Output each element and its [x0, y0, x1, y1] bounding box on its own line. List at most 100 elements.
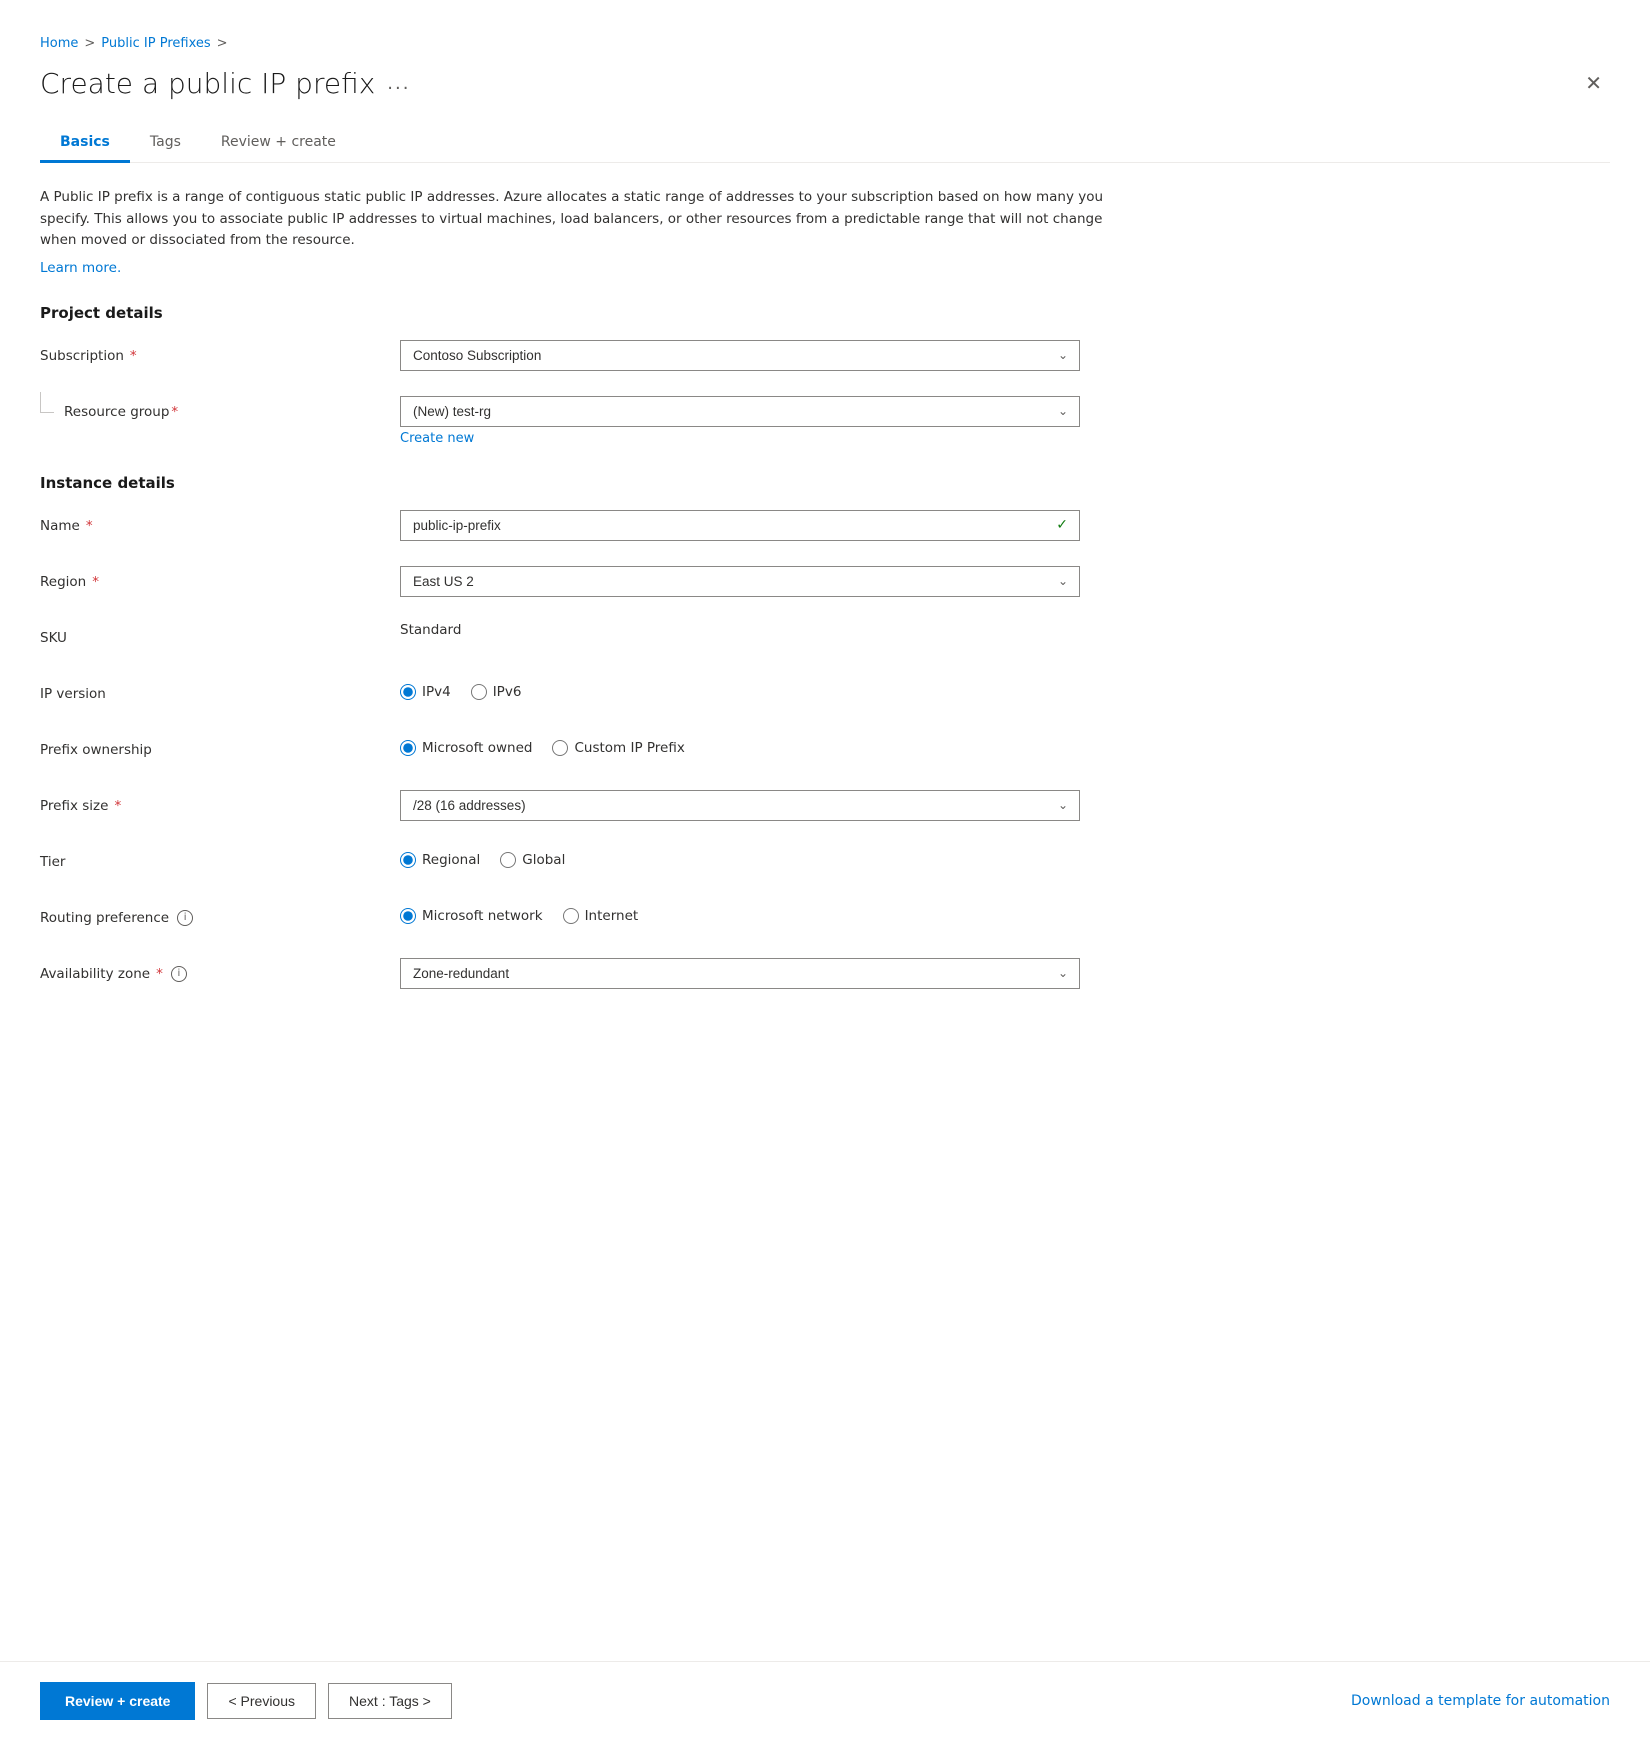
ip-version-ipv6-label: IPv6	[493, 684, 522, 700]
routing-microsoft-radio[interactable]	[400, 908, 416, 924]
prefix-ownership-custom-label: Custom IP Prefix	[574, 740, 684, 756]
download-template-link[interactable]: Download a template for automation	[1351, 1693, 1610, 1709]
breadcrumb-home[interactable]: Home	[40, 36, 78, 51]
routing-preference-label: Routing preference i	[40, 902, 400, 926]
name-input[interactable]	[400, 510, 1080, 541]
availability-zone-info-icon[interactable]: i	[171, 966, 187, 982]
page-title-area: Create a public IP prefix ...	[40, 67, 410, 100]
footer: Review + create < Previous Next : Tags >…	[0, 1661, 1650, 1740]
resource-group-control: (New) test-rg ⌄ Create new	[400, 396, 1080, 446]
prefix-ownership-row: Prefix ownership Microsoft owned Custom …	[40, 734, 1610, 770]
review-create-button[interactable]: Review + create	[40, 1682, 195, 1720]
name-control: ✓	[400, 510, 1080, 541]
tier-global-option[interactable]: Global	[500, 852, 565, 868]
availability-zone-select-wrapper: Zone-redundant ⌄	[400, 958, 1080, 989]
tier-radio-group: Regional Global	[400, 846, 1080, 868]
breadcrumb: Home > Public IP Prefixes >	[40, 20, 1610, 51]
tier-regional-radio[interactable]	[400, 852, 416, 868]
region-row: Region* East US 2 ⌄	[40, 566, 1610, 602]
main-content: Home > Public IP Prefixes > Create a pub…	[0, 0, 1650, 1661]
prefix-ownership-custom-option[interactable]: Custom IP Prefix	[552, 740, 684, 756]
tabs-container: Basics Tags Review + create	[40, 124, 1610, 163]
prefix-size-control: /28 (16 addresses) ⌄	[400, 790, 1080, 821]
routing-preference-radio-group: Microsoft network Internet	[400, 902, 1080, 924]
sku-value: Standard	[400, 614, 461, 638]
resource-group-select-wrapper: (New) test-rg ⌄	[400, 396, 1080, 427]
breadcrumb-sep1: >	[84, 36, 95, 51]
ip-version-ipv4-option[interactable]: IPv4	[400, 684, 451, 700]
subscription-select[interactable]: Contoso Subscription	[400, 340, 1080, 371]
subscription-control: Contoso Subscription ⌄	[400, 340, 1080, 371]
learn-more-link[interactable]: Learn more.	[40, 260, 121, 276]
tier-label: Tier	[40, 846, 400, 870]
name-row: Name* ✓	[40, 510, 1610, 546]
ip-version-ipv4-label: IPv4	[422, 684, 451, 700]
close-button[interactable]: ✕	[1577, 67, 1610, 100]
prefix-ownership-custom-radio[interactable]	[552, 740, 568, 756]
tier-global-radio[interactable]	[500, 852, 516, 868]
description-text: A Public IP prefix is a range of contigu…	[40, 187, 1140, 252]
page-header: Create a public IP prefix ... ✕	[40, 67, 1610, 100]
region-select[interactable]: East US 2	[400, 566, 1080, 597]
ip-version-ipv4-radio[interactable]	[400, 684, 416, 700]
ip-version-row: IP version IPv4 IPv6	[40, 678, 1610, 714]
next-tags-button[interactable]: Next : Tags >	[328, 1683, 452, 1719]
routing-internet-label: Internet	[585, 908, 639, 924]
sku-label: SKU	[40, 622, 400, 646]
availability-zone-label: Availability zone* i	[40, 958, 400, 982]
ip-version-label: IP version	[40, 678, 400, 702]
routing-preference-row: Routing preference i Microsoft network I…	[40, 902, 1610, 938]
create-new-link[interactable]: Create new	[400, 431, 1080, 446]
tier-regional-label: Regional	[422, 852, 480, 868]
ip-version-ipv6-radio[interactable]	[471, 684, 487, 700]
tier-global-label: Global	[522, 852, 565, 868]
project-details-title: Project details	[40, 304, 1610, 322]
tier-control: Regional Global	[400, 846, 1080, 868]
availability-zone-row: Availability zone* i Zone-redundant ⌄	[40, 958, 1610, 994]
breadcrumb-prefixes[interactable]: Public IP Prefixes	[101, 36, 210, 51]
region-select-wrapper: East US 2 ⌄	[400, 566, 1080, 597]
prefix-size-select[interactable]: /28 (16 addresses)	[400, 790, 1080, 821]
previous-button[interactable]: < Previous	[207, 1683, 316, 1719]
routing-preference-info-icon[interactable]: i	[177, 910, 193, 926]
tab-tags[interactable]: Tags	[130, 124, 201, 163]
ip-version-ipv6-option[interactable]: IPv6	[471, 684, 522, 700]
resource-group-row: Resource group* (New) test-rg ⌄ Create n…	[40, 396, 1610, 446]
resource-group-select[interactable]: (New) test-rg	[400, 396, 1080, 427]
availability-zone-select[interactable]: Zone-redundant	[400, 958, 1080, 989]
prefix-size-row: Prefix size* /28 (16 addresses) ⌄	[40, 790, 1610, 826]
routing-internet-option[interactable]: Internet	[563, 908, 639, 924]
tier-regional-option[interactable]: Regional	[400, 852, 480, 868]
routing-internet-radio[interactable]	[563, 908, 579, 924]
prefix-size-select-wrapper: /28 (16 addresses) ⌄	[400, 790, 1080, 821]
more-options-button[interactable]: ...	[387, 73, 410, 94]
instance-details-title: Instance details	[40, 474, 1610, 492]
prefix-ownership-radio-group: Microsoft owned Custom IP Prefix	[400, 734, 1080, 756]
prefix-size-label: Prefix size*	[40, 790, 400, 814]
tier-row: Tier Regional Global	[40, 846, 1610, 882]
prefix-ownership-microsoft-option[interactable]: Microsoft owned	[400, 740, 532, 756]
resource-group-label: Resource group*	[40, 396, 400, 420]
routing-microsoft-option[interactable]: Microsoft network	[400, 908, 543, 924]
region-control: East US 2 ⌄	[400, 566, 1080, 597]
availability-zone-control: Zone-redundant ⌄	[400, 958, 1080, 989]
ip-version-radio-group: IPv4 IPv6	[400, 678, 1080, 700]
prefix-ownership-microsoft-label: Microsoft owned	[422, 740, 532, 756]
region-label: Region*	[40, 566, 400, 590]
breadcrumb-sep2: >	[217, 36, 228, 51]
page-container: Home > Public IP Prefixes > Create a pub…	[0, 0, 1650, 1740]
sku-row: SKU Standard	[40, 622, 1610, 658]
tab-basics[interactable]: Basics	[40, 124, 130, 163]
name-check-icon: ✓	[1056, 517, 1068, 533]
page-title: Create a public IP prefix	[40, 67, 375, 100]
name-label: Name*	[40, 510, 400, 534]
prefix-ownership-control: Microsoft owned Custom IP Prefix	[400, 734, 1080, 756]
routing-preference-control: Microsoft network Internet	[400, 902, 1080, 924]
subscription-select-wrapper: Contoso Subscription ⌄	[400, 340, 1080, 371]
subscription-row: Subscription* Contoso Subscription ⌄	[40, 340, 1610, 376]
prefix-ownership-microsoft-radio[interactable]	[400, 740, 416, 756]
routing-microsoft-label: Microsoft network	[422, 908, 543, 924]
tab-review-create[interactable]: Review + create	[201, 124, 356, 163]
prefix-ownership-label: Prefix ownership	[40, 734, 400, 758]
name-input-wrapper: ✓	[400, 510, 1080, 541]
